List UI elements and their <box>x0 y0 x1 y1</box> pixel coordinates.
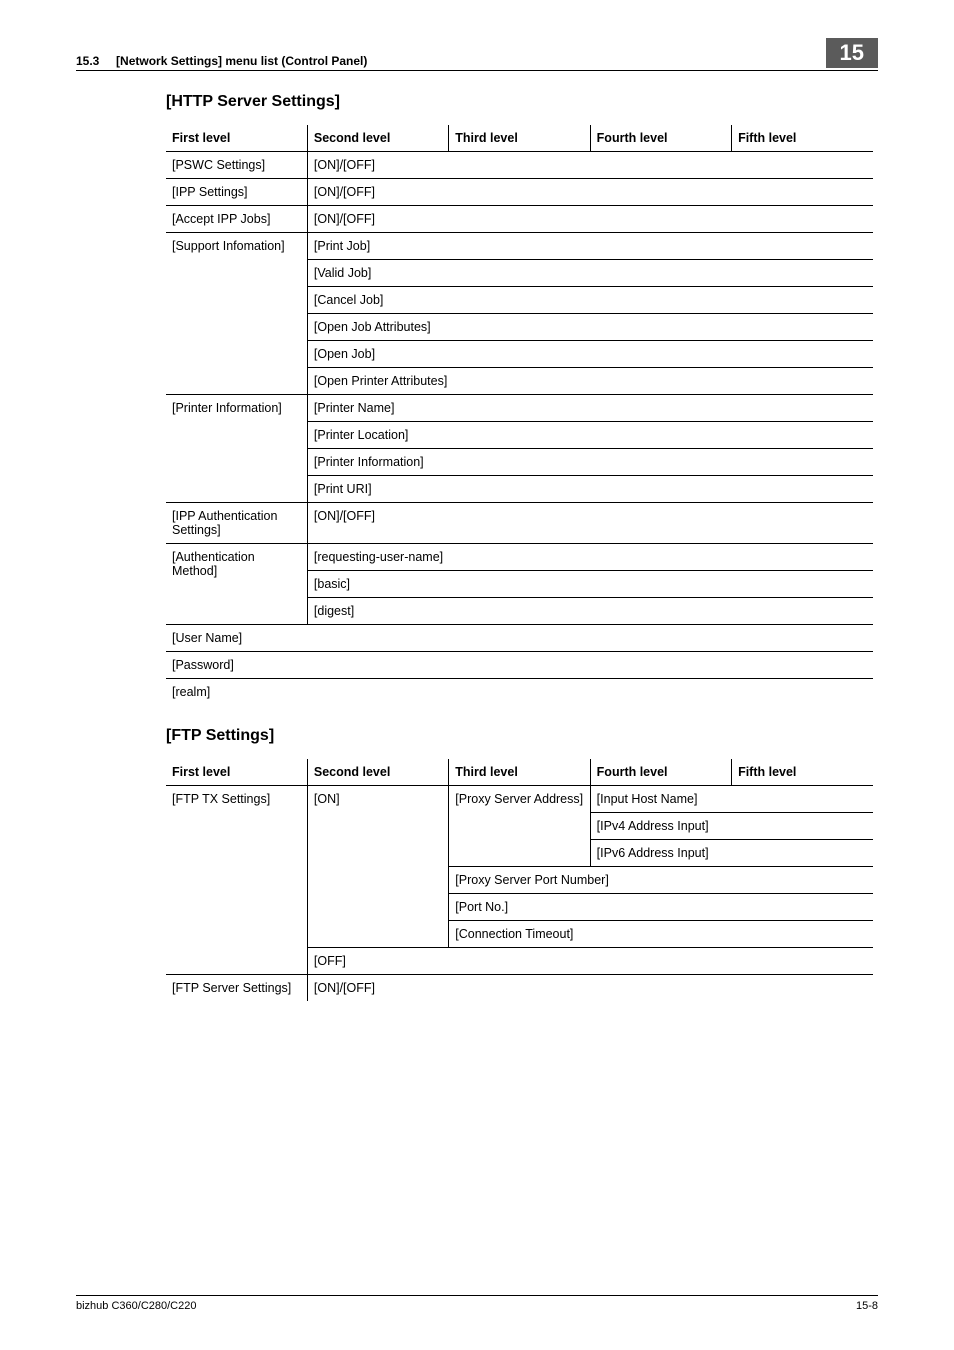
cell: [Open Job] <box>307 341 873 368</box>
cell: [Valid Job] <box>307 260 873 287</box>
cell: [Open Printer Attributes] <box>307 368 873 395</box>
table-row: [realm] <box>166 679 873 706</box>
cell: [realm] <box>166 679 873 706</box>
cell: [Cancel Job] <box>307 287 873 314</box>
cell: [Connection Timeout] <box>449 921 873 948</box>
cell: [Input Host Name] <box>590 786 873 813</box>
cell: [Printer Information] <box>307 449 873 476</box>
cell: [ON] <box>307 786 448 948</box>
col-first: First level <box>166 125 307 152</box>
cell: [FTP Server Settings] <box>166 975 307 1002</box>
cell: [Open Job Attributes] <box>307 314 873 341</box>
table-row: [PSWC Settings] [ON]/[OFF] <box>166 152 873 179</box>
table-row: [FTP TX Settings] [ON] [Proxy Server Add… <box>166 786 873 813</box>
table-row: [IPP Settings] [ON]/[OFF] <box>166 179 873 206</box>
col-fourth: Fourth level <box>590 759 731 786</box>
ftp-heading: [FTP Settings] <box>166 727 873 745</box>
cell: [Print Job] <box>307 233 873 260</box>
cell: [Support Infomation] <box>166 233 307 395</box>
cell: [requesting-user-name] <box>307 544 873 571</box>
col-third: Third level <box>449 759 590 786</box>
page-header: 15.3 [Network Settings] menu list (Contr… <box>76 38 878 71</box>
cell: [OFF] <box>307 948 873 975</box>
cell: [ON]/[OFF] <box>307 503 873 544</box>
cell: [ON]/[OFF] <box>307 206 873 233</box>
col-fourth: Fourth level <box>590 125 731 152</box>
cell: [Password] <box>166 652 873 679</box>
section-title: [Network Settings] menu list (Control Pa… <box>116 54 367 68</box>
cell: [Port No.] <box>449 894 873 921</box>
cell: [digest] <box>307 598 873 625</box>
table-header-row: First level Second level Third level Fou… <box>166 125 873 152</box>
cell: [Proxy Server Address] <box>449 786 590 867</box>
cell: [ON]/[OFF] <box>307 975 873 1002</box>
col-fifth: Fifth level <box>732 125 873 152</box>
col-third: Third level <box>449 125 590 152</box>
cell: [Authentication Method] <box>166 544 307 625</box>
cell: [User Name] <box>166 625 873 652</box>
http-heading: [HTTP Server Settings] <box>166 93 873 111</box>
cell: [PSWC Settings] <box>166 152 307 179</box>
cell: [IPP Settings] <box>166 179 307 206</box>
table-row: [Printer Information] [Printer Name] <box>166 395 873 422</box>
footer-left: bizhub C360/C280/C220 <box>76 1300 196 1312</box>
table-row: [Support Infomation] [Print Job] <box>166 233 873 260</box>
cell: [basic] <box>307 571 873 598</box>
cell: [IPv4 Address Input] <box>590 813 873 840</box>
cell: [Print URI] <box>307 476 873 503</box>
cell: [Proxy Server Port Number] <box>449 867 873 894</box>
col-second: Second level <box>307 759 448 786</box>
table-row: [Password] <box>166 652 873 679</box>
table-row: [Accept IPP Jobs] [ON]/[OFF] <box>166 206 873 233</box>
cell: [ON]/[OFF] <box>307 179 873 206</box>
table-row: [Authentication Method] [requesting-user… <box>166 544 873 571</box>
cell: [IPP Authentication Settings] <box>166 503 307 544</box>
col-fifth: Fifth level <box>732 759 873 786</box>
cell: [Printer Name] <box>307 395 873 422</box>
header-section: 15.3 [Network Settings] menu list (Contr… <box>76 54 816 68</box>
cell: [Accept IPP Jobs] <box>166 206 307 233</box>
table-header-row: First level Second level Third level Fou… <box>166 759 873 786</box>
footer-right: 15-8 <box>856 1300 878 1312</box>
cell: [Printer Information] <box>166 395 307 503</box>
page-footer: bizhub C360/C280/C220 15-8 <box>76 1295 878 1312</box>
col-first: First level <box>166 759 307 786</box>
col-second: Second level <box>307 125 448 152</box>
table-row: [User Name] <box>166 625 873 652</box>
cell: [IPv6 Address Input] <box>590 840 873 867</box>
ftp-table: First level Second level Third level Fou… <box>166 759 873 1001</box>
section-number: 15.3 <box>76 54 99 68</box>
table-row: [FTP Server Settings] [ON]/[OFF] <box>166 975 873 1002</box>
table-row: [IPP Authentication Settings] [ON]/[OFF] <box>166 503 873 544</box>
cell: [FTP TX Settings] <box>166 786 307 975</box>
chapter-badge: 15 <box>826 38 878 68</box>
cell: [Printer Location] <box>307 422 873 449</box>
http-table: First level Second level Third level Fou… <box>166 125 873 705</box>
cell: [ON]/[OFF] <box>307 152 873 179</box>
